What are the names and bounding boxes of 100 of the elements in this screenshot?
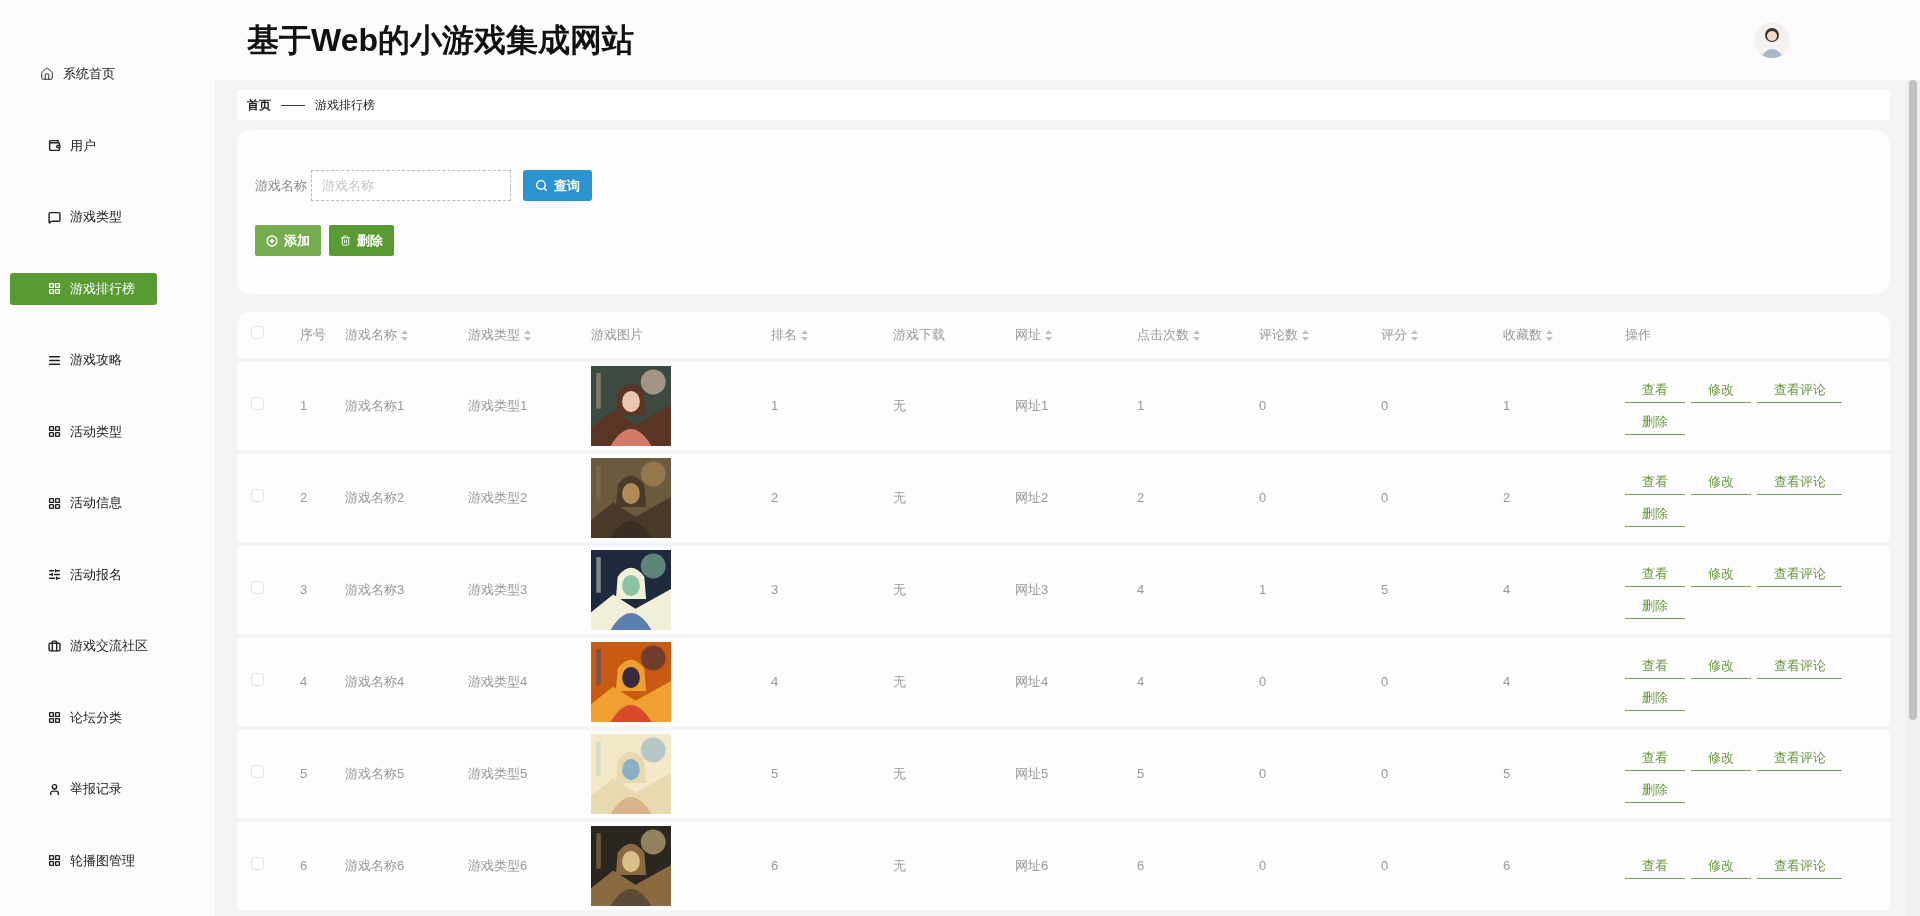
action-link[interactable]: 查看 xyxy=(1625,561,1685,587)
sidebar-item[interactable]: 活动类型 xyxy=(48,415,122,448)
table-cell: 网址1 xyxy=(1015,398,1049,414)
site-title: 基于Web的小游戏集成网站 xyxy=(247,21,634,60)
sort-icon[interactable] xyxy=(801,329,808,341)
breadcrumb-link[interactable]: 首页 xyxy=(247,96,271,114)
checkbox[interactable] xyxy=(251,765,264,779)
table-cell: 无 xyxy=(893,674,906,690)
table-cell: 1 xyxy=(1137,398,1145,414)
column-header[interactable]: 收藏数 xyxy=(1503,325,1542,345)
column-header[interactable]: 评论数 xyxy=(1259,325,1298,345)
table-cell: 游戏名称2 xyxy=(345,490,405,506)
table-cell: 1 xyxy=(771,398,779,414)
action-link[interactable]: 查看 xyxy=(1625,745,1685,771)
sort-icon[interactable] xyxy=(401,329,408,341)
sidebar-item[interactable]: 举报记录 xyxy=(48,773,122,805)
action-link[interactable]: 修改 xyxy=(1691,853,1751,879)
table-cell: 2 xyxy=(1503,490,1511,506)
delete-button[interactable]: 删除 xyxy=(329,225,394,256)
action-link[interactable]: 查看 xyxy=(1625,469,1685,495)
field-label: 游戏名称 xyxy=(255,176,307,195)
action-link[interactable]: 修改 xyxy=(1691,561,1751,587)
action-link[interactable]: 删除 xyxy=(1625,593,1685,619)
table-cell: 4 xyxy=(1137,674,1145,690)
table-cell: 网址4 xyxy=(1015,674,1049,690)
breadcrumb-separator: —— xyxy=(281,97,305,114)
column-header[interactable]: 排名 xyxy=(771,325,797,345)
column-header[interactable]: 游戏类型 xyxy=(468,325,520,345)
table-cell: 2 xyxy=(1137,490,1145,506)
checkbox[interactable] xyxy=(251,326,264,340)
column-header: 操作 xyxy=(1625,326,1651,345)
table-cell: 游戏类型4 xyxy=(468,674,528,690)
action-link[interactable]: 查看 xyxy=(1625,377,1685,403)
grid-icon xyxy=(48,496,61,510)
wallet-icon xyxy=(48,139,61,152)
sidebar-item[interactable]: 用户 xyxy=(48,129,96,162)
action-link[interactable]: 查看 xyxy=(1625,653,1685,679)
action-link[interactable]: 查看评论 xyxy=(1757,469,1842,495)
table-cell: 3 xyxy=(300,582,308,598)
list-icon xyxy=(48,353,61,367)
sidebar-item[interactable]: 论坛分类 xyxy=(48,701,122,734)
query-button[interactable]: 查询 xyxy=(523,170,592,201)
table-cell: 游戏名称6 xyxy=(345,858,405,874)
sidebar-item[interactable]: 系统首页 xyxy=(40,58,115,90)
table-cell: 4 xyxy=(1503,582,1511,598)
add-button[interactable]: 添加 xyxy=(255,225,321,256)
sidebar-item[interactable]: 活动信息 xyxy=(48,487,122,519)
action-link[interactable]: 查看评论 xyxy=(1757,377,1842,403)
column-header[interactable]: 网址 xyxy=(1015,325,1041,345)
action-link[interactable]: 查看评论 xyxy=(1757,853,1842,879)
sidebar-item[interactable]: 游戏攻略 xyxy=(48,344,122,376)
sidebar-item[interactable]: 游戏类型 xyxy=(48,201,122,233)
action-link[interactable]: 修改 xyxy=(1691,653,1751,679)
checkbox[interactable] xyxy=(251,857,264,871)
sidebar-item[interactable]: 游戏交流社区 xyxy=(48,630,148,662)
sort-icon[interactable] xyxy=(1411,329,1418,341)
grid-icon xyxy=(48,711,61,724)
table-cell: 无 xyxy=(893,858,906,874)
checkbox[interactable] xyxy=(251,397,264,411)
checkbox[interactable] xyxy=(251,581,264,595)
table-cell: 游戏名称3 xyxy=(345,582,405,598)
table-cell: 游戏类型3 xyxy=(468,582,528,598)
table-cell: 0 xyxy=(1259,766,1267,782)
action-link[interactable]: 查看评论 xyxy=(1757,745,1842,771)
action-link[interactable]: 修改 xyxy=(1691,745,1751,771)
table-cell: 6 xyxy=(1137,858,1145,874)
table-cell: 5 xyxy=(300,766,308,782)
column-header: 游戏下载 xyxy=(893,326,945,345)
scrollbar[interactable] xyxy=(1906,80,1920,916)
action-link[interactable]: 删除 xyxy=(1625,685,1685,711)
action-link[interactable]: 查看评论 xyxy=(1757,653,1842,679)
checkbox[interactable] xyxy=(251,673,264,687)
action-link[interactable]: 修改 xyxy=(1691,377,1751,403)
action-link[interactable]: 查看 xyxy=(1625,853,1685,879)
table-cell: 游戏名称4 xyxy=(345,674,405,690)
column-header[interactable]: 评分 xyxy=(1381,325,1407,345)
sort-icon[interactable] xyxy=(1546,329,1553,341)
action-link[interactable]: 删除 xyxy=(1625,777,1685,803)
column-header[interactable]: 点击次数 xyxy=(1137,325,1189,345)
sort-icon[interactable] xyxy=(524,329,531,341)
table-cell: 游戏名称5 xyxy=(345,766,405,782)
action-link[interactable]: 修改 xyxy=(1691,469,1751,495)
home-icon xyxy=(40,67,54,81)
table-cell: 4 xyxy=(1137,582,1145,598)
table-cell: 游戏类型1 xyxy=(468,398,528,414)
action-link[interactable]: 删除 xyxy=(1625,501,1685,527)
sidebar-item[interactable]: 活动报名 xyxy=(48,558,122,591)
table-cell: 0 xyxy=(1259,858,1267,874)
action-link[interactable]: 查看评论 xyxy=(1757,561,1842,587)
sort-icon[interactable] xyxy=(1045,329,1052,341)
column-header[interactable]: 游戏名称 xyxy=(345,325,397,345)
table-cell: 0 xyxy=(1381,398,1389,414)
avatar[interactable] xyxy=(1754,22,1790,58)
action-link[interactable]: 删除 xyxy=(1625,409,1685,435)
table-cell: 游戏类型6 xyxy=(468,858,528,874)
sidebar-item[interactable]: 游戏排行榜 xyxy=(10,272,157,305)
checkbox[interactable] xyxy=(251,489,264,503)
sidebar-item[interactable]: 轮播图管理 xyxy=(48,844,135,877)
sort-icon[interactable] xyxy=(1302,329,1309,341)
sort-icon[interactable] xyxy=(1193,329,1200,341)
